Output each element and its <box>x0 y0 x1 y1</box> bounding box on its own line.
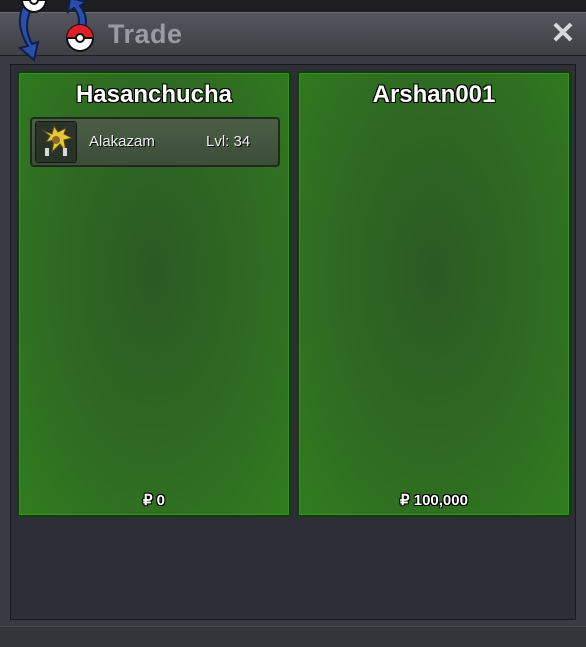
window-title: Trade <box>108 19 183 49</box>
right-money: ₽ 100,000 <box>400 492 468 509</box>
right-offer-panel: Arshan001 ₽ 100,000 <box>297 71 571 517</box>
left-money: ₽ 0 <box>142 492 166 509</box>
trade-window: Trade ✕ Hasanchucha Alakazam Lvl: 34 ₽ 0… <box>0 0 586 647</box>
bottom-bar <box>0 626 586 647</box>
item-level: Lvl: 34 <box>206 133 251 150</box>
alakazam-sprite-icon <box>35 121 77 163</box>
offered-item[interactable]: Alakazam Lvl: 34 <box>30 117 280 167</box>
item-name: Alakazam <box>89 133 155 150</box>
close-icon: ✕ <box>550 17 576 50</box>
left-offer-panel: Hasanchucha Alakazam Lvl: 34 ₽ 0 <box>17 71 291 517</box>
right-player-name: Arshan001 <box>372 81 496 108</box>
left-player-name: Hasanchucha <box>75 81 233 108</box>
close-button[interactable]: ✕ <box>548 17 578 51</box>
pokeball-exchange-icon <box>17 0 94 62</box>
